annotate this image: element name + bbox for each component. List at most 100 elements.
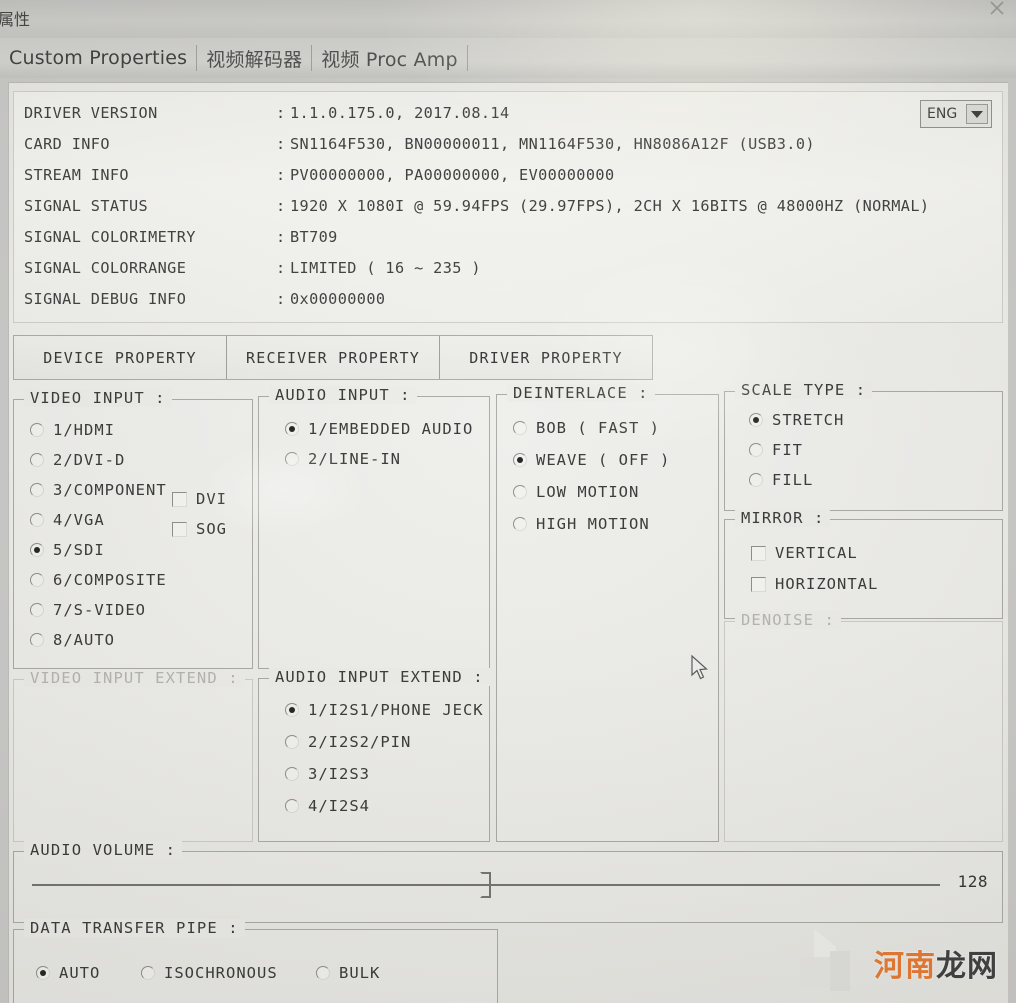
group-legend: AUDIO INPUT EXTEND : (269, 668, 490, 686)
info-value: 1.1.0.175.0, 2017.08.14 (290, 104, 510, 122)
radio-video-input-2-dvi-d[interactable]: 2/DVI-D (30, 451, 125, 469)
group-denoise: DENOISE : (724, 611, 1003, 842)
radio-icon (513, 485, 527, 499)
checkbox-sog[interactable]: SOG (172, 520, 227, 538)
tab-separator (196, 45, 198, 71)
radio-icon (30, 633, 44, 647)
radio-scale-type-fit[interactable]: FIT (749, 441, 803, 459)
info-row: CARD INFO : SN1164F530, BN00000011, MN11… (24, 135, 999, 165)
option-label: 8/AUTO (53, 631, 115, 649)
info-row: SIGNAL STATUS : 1920 X 1080I @ 59.94FPS … (24, 197, 999, 227)
radio-video-input-1-hdmi[interactable]: 1/HDMI (30, 421, 115, 439)
group-audio-volume: AUDIO VOLUME : 128 (13, 841, 1003, 923)
info-colon: : (276, 228, 286, 246)
group-legend: DEINTERLACE : (507, 384, 655, 402)
info-colon: : (276, 104, 286, 122)
mouse-cursor (690, 654, 712, 684)
close-icon[interactable] (984, 0, 1010, 22)
radio-deinterlace-weave[interactable]: WEAVE ( OFF ) (513, 451, 670, 469)
radio-icon (513, 453, 527, 467)
volume-slider-thumb[interactable] (480, 872, 491, 898)
option-label: DVI (196, 490, 227, 508)
language-dropdown[interactable]: ENG (920, 100, 992, 128)
group-data-transfer-pipe: DATA TRANSFER PIPE : AUTO ISOCHRONOUS BU… (13, 919, 498, 1003)
checkbox-mirror-vertical[interactable]: VERTICAL (751, 544, 858, 562)
radio-icon (285, 735, 299, 749)
radio-icon (285, 767, 299, 781)
option-label: SOG (196, 520, 227, 538)
radio-icon (30, 573, 44, 587)
checkbox-icon (172, 521, 187, 537)
property-tab-row: DEVICE PROPERTY RECEIVER PROPERTY DRIVER… (13, 335, 653, 380)
checkbox-dvi[interactable]: DVI (172, 490, 227, 508)
radio-audio-extend-4-i2s4[interactable]: 4/I2S4 (285, 797, 370, 815)
radio-audio-extend-3-i2s3[interactable]: 3/I2S3 (285, 765, 370, 783)
radio-pipe-isochronous[interactable]: ISOCHRONOUS (141, 964, 278, 982)
radio-scale-type-stretch[interactable]: STRETCH (749, 411, 844, 429)
checkbox-mirror-horizontal[interactable]: HORIZONTAL (751, 575, 878, 593)
radio-pipe-bulk[interactable]: BULK (316, 964, 380, 982)
radio-video-input-8-auto[interactable]: 8/AUTO (30, 631, 115, 649)
group-legend: VIDEO INPUT EXTEND : (24, 669, 245, 687)
option-label: FILL (772, 471, 814, 489)
watermark-logo-icon (800, 929, 866, 991)
radio-icon (316, 966, 330, 980)
option-label: STRETCH (772, 411, 845, 429)
option-label: 3/COMPONENT (53, 481, 167, 499)
radio-deinterlace-high-motion[interactable]: HIGH MOTION (513, 515, 650, 533)
radio-audio-extend-2-i2s2-pin[interactable]: 2/I2S2/PIN (285, 733, 411, 751)
option-label: 7/S-VIDEO (53, 601, 146, 619)
option-label: 1/EMBEDDED AUDIO (308, 420, 474, 438)
radio-audio-input-1-embedded-audio[interactable]: 1/EMBEDDED AUDIO (285, 420, 473, 438)
group-legend: SCALE TYPE : (735, 381, 873, 399)
radio-video-input-3-component[interactable]: 3/COMPONENT (30, 481, 167, 499)
radio-icon (30, 513, 44, 527)
group-legend: AUDIO VOLUME : (24, 841, 183, 859)
info-colon: : (276, 259, 286, 277)
radio-deinterlace-bob[interactable]: BOB ( FAST ) (513, 419, 660, 437)
radio-audio-input-2-line-in[interactable]: 2/LINE-IN (285, 450, 401, 468)
window-title: 属性 (0, 10, 31, 29)
chevron-down-icon[interactable] (966, 104, 988, 124)
option-label: BOB ( FAST ) (536, 419, 660, 437)
radio-icon (749, 473, 763, 487)
group-scale-type: SCALE TYPE : STRETCH FIT FILL (724, 381, 1003, 511)
radio-audio-extend-1-i2s1-phone-jeck[interactable]: 1/I2S1/PHONE JECK (285, 701, 484, 719)
tab-separator (466, 45, 468, 71)
option-label: 5/SDI (53, 541, 105, 559)
radio-video-input-5-sdi[interactable]: 5/SDI (30, 541, 105, 559)
watermark: 河南 龙网 (874, 941, 998, 985)
tab-video-decoder[interactable]: 视频解码器 (197, 45, 311, 72)
info-label: DRIVER VERSION (24, 104, 158, 122)
radio-icon (141, 966, 155, 980)
radio-icon (513, 517, 527, 531)
info-value: 0x00000000 (290, 290, 386, 308)
radio-icon (285, 422, 299, 436)
info-colon: : (276, 197, 286, 215)
option-label: 1/I2S1/PHONE JECK (308, 701, 484, 719)
tab-receiver-property[interactable]: RECEIVER PROPERTY (227, 336, 440, 379)
group-legend: DENOISE : (735, 611, 841, 629)
tab-custom-properties[interactable]: Custom Properties (0, 47, 196, 69)
radio-pipe-auto[interactable]: AUTO (36, 964, 100, 982)
radio-scale-type-fill[interactable]: FILL (749, 471, 813, 489)
radio-deinterlace-low-motion[interactable]: LOW MOTION (513, 483, 639, 501)
info-value: SN1164F530, BN00000011, MN1164F530, HN80… (290, 135, 815, 153)
radio-video-input-6-composite[interactable]: 6/COMPOSITE (30, 571, 167, 589)
watermark-text-dark: 龙网 (936, 949, 998, 984)
info-row: SIGNAL COLORRANGE : LIMITED ( 16 ~ 235 ) (24, 259, 999, 289)
option-label: 3/I2S3 (308, 765, 370, 783)
window-titlebar: 属性 (0, 0, 1016, 38)
tab-video-proc-amp[interactable]: 视频 Proc Amp (312, 45, 466, 72)
tab-device-property[interactable]: DEVICE PROPERTY (14, 336, 227, 379)
option-label: 6/COMPOSITE (53, 571, 167, 589)
info-label: SIGNAL DEBUG INFO (24, 290, 187, 308)
tab-driver-property[interactable]: DRIVER PROPERTY (440, 336, 652, 379)
radio-icon (749, 443, 763, 457)
radio-video-input-4-vga[interactable]: 4/VGA (30, 511, 105, 529)
option-label: BULK (339, 964, 381, 982)
group-mirror: MIRROR : VERTICAL HORIZONTAL (724, 509, 1003, 619)
info-value: BT709 (290, 228, 338, 246)
radio-icon (285, 799, 299, 813)
radio-video-input-7-s-video[interactable]: 7/S-VIDEO (30, 601, 146, 619)
